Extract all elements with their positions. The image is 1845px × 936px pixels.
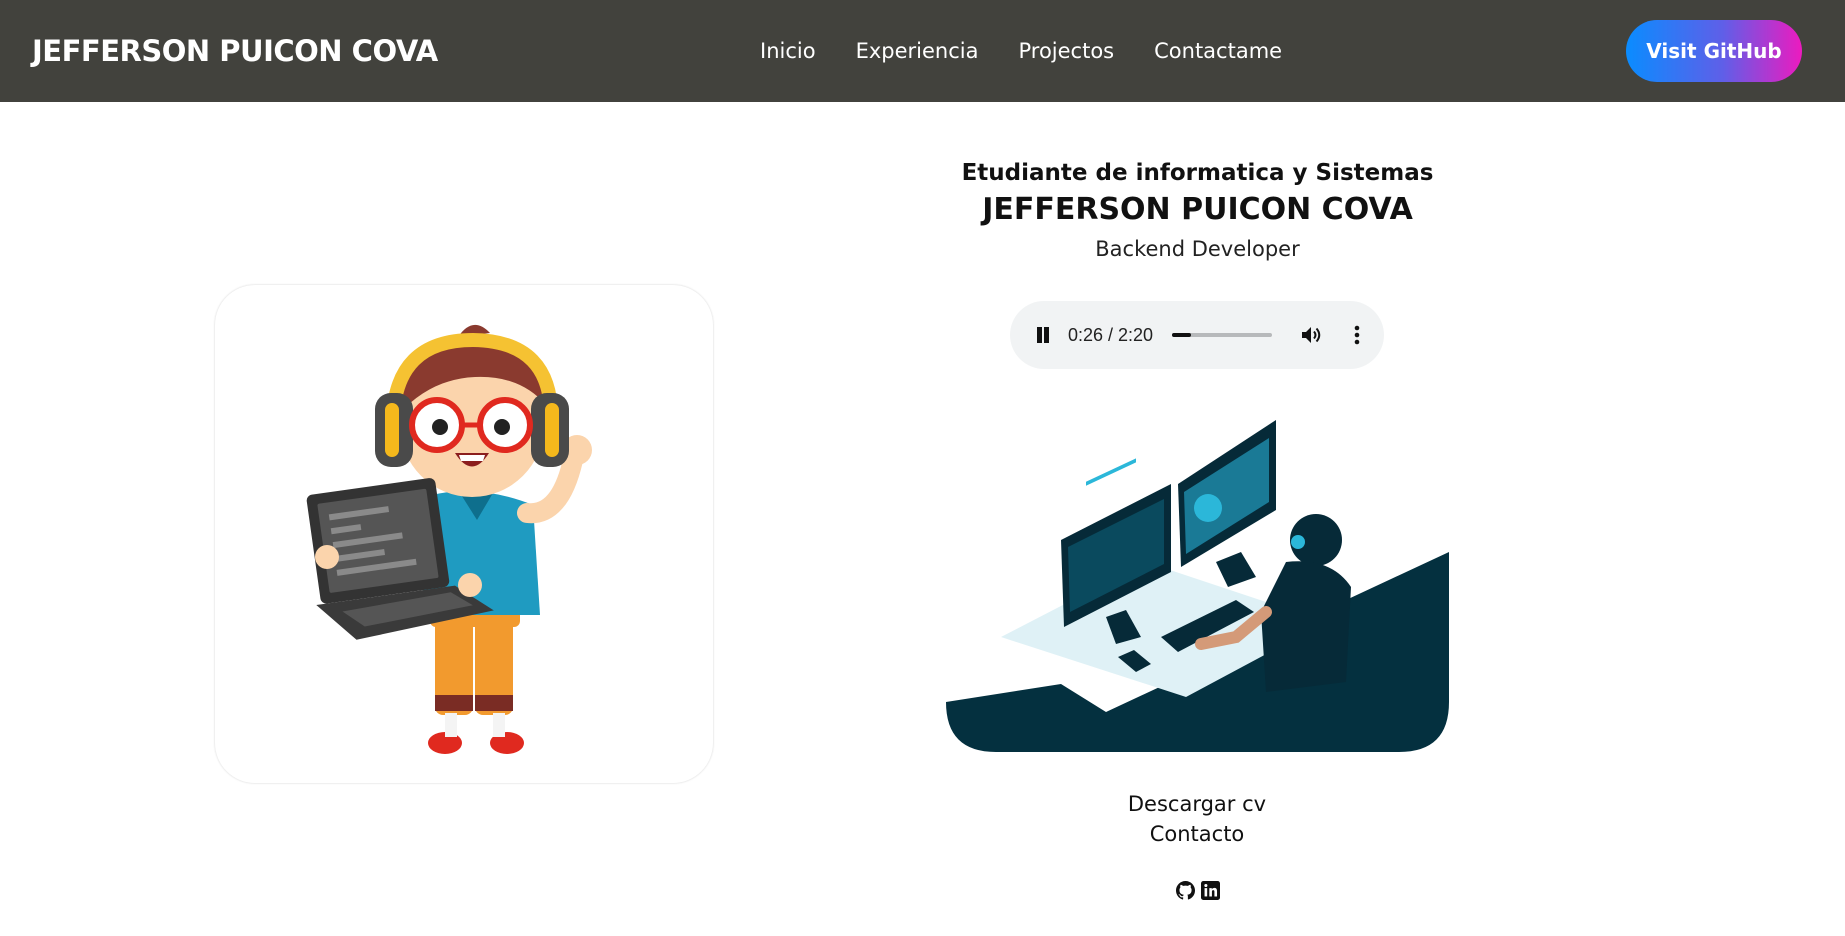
contact-link[interactable]: Contacto (1047, 822, 1347, 846)
audio-player: 0:26 / 2:20 (1010, 301, 1384, 369)
github-icon[interactable] (1176, 881, 1195, 900)
audio-progress-fill (1172, 333, 1191, 337)
more-options-icon[interactable] (1351, 323, 1363, 347)
visit-github-button[interactable]: Visit GitHub (1626, 20, 1802, 82)
profile-avatar-illustration (306, 324, 592, 754)
audio-time: 0:26 / 2:20 (1068, 325, 1154, 345)
nav-link-experiencia[interactable]: Experiencia (856, 39, 979, 63)
nav-link-contactame[interactable]: Contactame (1154, 39, 1282, 63)
profile-card (215, 285, 713, 783)
volume-icon[interactable] (1299, 323, 1323, 347)
hero-section: Etudiante de informatica y Sistemas JEFF… (900, 160, 1495, 261)
pause-icon[interactable] (1035, 325, 1051, 345)
navbar: JEFFERSON PUICON COVA Inicio Experiencia… (0, 0, 1845, 102)
linkedin-icon[interactable] (1201, 881, 1220, 900)
hero-name: JEFFERSON PUICON COVA (982, 192, 1413, 227)
download-cv-link[interactable]: Descargar cv (1047, 792, 1347, 816)
social-links (1176, 881, 1220, 900)
nav-link-projectos[interactable]: Projectos (1018, 39, 1114, 63)
site-brand[interactable]: JEFFERSON PUICON COVA (32, 0, 438, 102)
hero-role: Backend Developer (1095, 237, 1300, 261)
nav-links: Inicio Experiencia Projectos Contactame (760, 0, 1282, 102)
nav-link-inicio[interactable]: Inicio (760, 39, 816, 63)
hero-subtitle: Etudiante de informatica y Sistemas (961, 160, 1434, 186)
developer-workstation-illustration (946, 420, 1449, 752)
audio-progress-slider[interactable] (1172, 333, 1272, 337)
